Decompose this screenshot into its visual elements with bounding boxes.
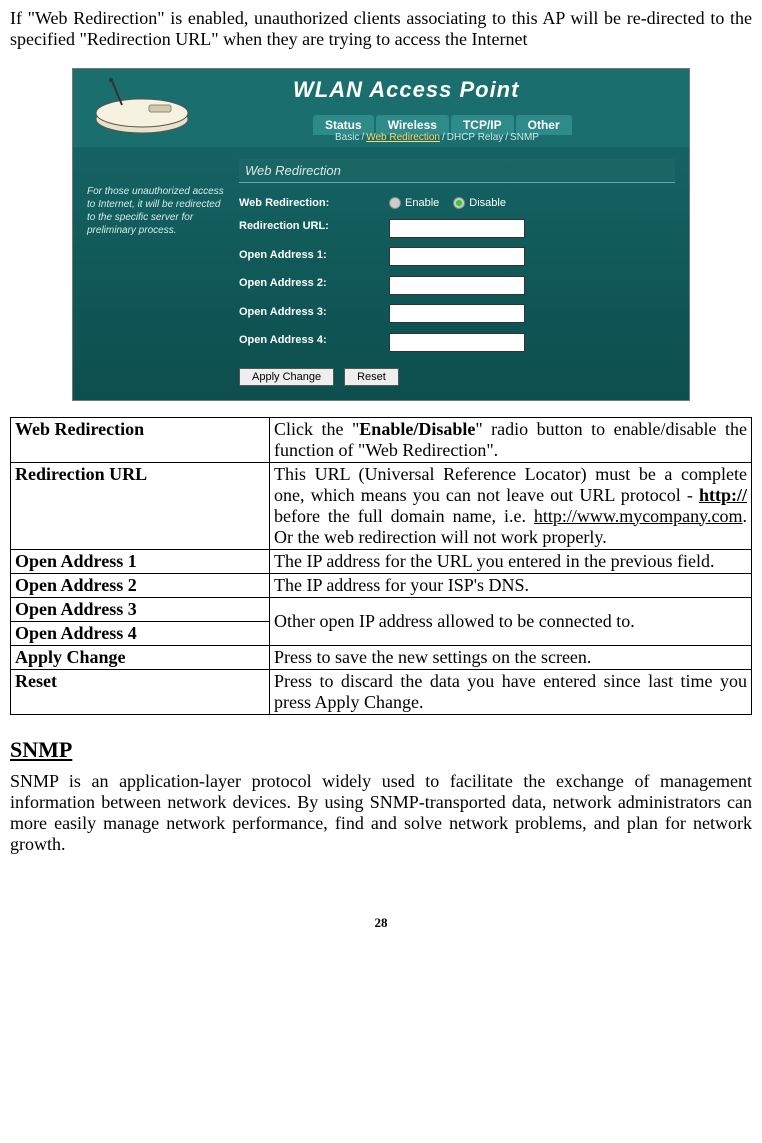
label-open-address-4: Open Address 4: [239, 334, 389, 346]
sub-nav: Basic/Web Redirection/DHCP Relay/SNMP [335, 132, 539, 143]
input-open-address-3[interactable] [389, 304, 525, 323]
subnav-snmp[interactable]: SNMP [510, 132, 539, 143]
subnav-dhcp-relay[interactable]: DHCP Relay [447, 132, 504, 143]
cell-open-address-1-val: The IP address for the URL you entered i… [270, 549, 752, 573]
subnav-web-redirection[interactable]: Web Redirection [366, 132, 440, 143]
cell-apply-change-key: Apply Change [11, 645, 270, 669]
cell-open-address-4-key: Open Address 4 [11, 621, 270, 645]
ap-config-screenshot: WLAN Access Point Status Wireless TCP/IP… [72, 68, 690, 401]
label-redirection-url: Redirection URL: [239, 220, 389, 232]
label-open-address-1: Open Address 1: [239, 249, 389, 261]
page-number: 28 [10, 915, 752, 931]
cell-open-address-3-key: Open Address 3 [11, 597, 270, 621]
label-web-redirection: Web Redirection: [239, 197, 389, 209]
label-open-address-3: Open Address 3: [239, 306, 389, 318]
cell-reset-val: Press to discard the data you have enter… [270, 669, 752, 714]
input-open-address-1[interactable] [389, 247, 525, 266]
ap-title: WLAN Access Point [293, 77, 519, 103]
cell-web-redirection-val: Click the "Enable/Disable" radio button … [270, 417, 752, 462]
snmp-paragraph: SNMP is an application-layer protocol wi… [10, 771, 752, 855]
radio-disable[interactable]: Disable [453, 197, 506, 209]
cell-redirection-url-val: This URL (Universal Reference Locator) m… [270, 462, 752, 549]
input-open-address-4[interactable] [389, 333, 525, 352]
cell-web-redirection-key: Web Redirection [11, 417, 270, 462]
sidebar-help-text: For those unauthorized access to Interne… [87, 159, 227, 386]
subnav-basic[interactable]: Basic [335, 132, 359, 143]
router-icon [87, 75, 197, 139]
radio-enable[interactable]: Enable [389, 197, 439, 209]
cell-open-address-34-val: Other open IP address allowed to be conn… [270, 597, 752, 645]
input-open-address-2[interactable] [389, 276, 525, 295]
label-open-address-2: Open Address 2: [239, 277, 389, 289]
cell-open-address-1-key: Open Address 1 [11, 549, 270, 573]
intro-paragraph: If "Web Redirection" is enabled, unautho… [10, 8, 752, 50]
cell-apply-change-val: Press to save the new settings on the sc… [270, 645, 752, 669]
apply-change-button[interactable]: Apply Change [239, 368, 334, 386]
input-redirection-url[interactable] [389, 219, 525, 238]
cell-open-address-2-val: The IP address for your ISP's DNS. [270, 573, 752, 597]
cell-redirection-url-key: Redirection URL [11, 462, 270, 549]
panel-title: Web Redirection [239, 159, 675, 183]
cell-reset-key: Reset [11, 669, 270, 714]
field-description-table: Web Redirection Click the "Enable/Disabl… [10, 417, 752, 715]
cell-open-address-2-key: Open Address 2 [11, 573, 270, 597]
snmp-heading: SNMP [10, 737, 752, 763]
reset-button[interactable]: Reset [344, 368, 399, 386]
